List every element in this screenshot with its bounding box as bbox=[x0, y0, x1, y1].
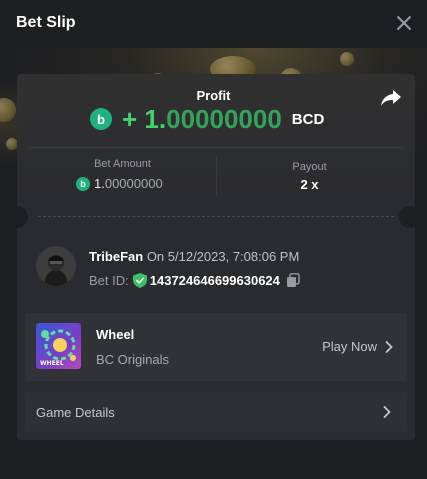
close-icon[interactable] bbox=[395, 14, 413, 32]
profit-currency: BCD bbox=[291, 110, 325, 128]
header: Bet Slip bbox=[0, 0, 427, 48]
share-icon[interactable] bbox=[380, 88, 402, 108]
divider bbox=[29, 147, 403, 148]
bet-amount-value: b 1. 00000000 bbox=[76, 176, 163, 191]
bet-amount-label: Bet Amount bbox=[94, 158, 151, 170]
profit-row: b + 1.00000000 BCD bbox=[90, 104, 324, 134]
payout-value: 2 x bbox=[300, 177, 319, 192]
bet-slip-title: Bet Slip bbox=[16, 14, 76, 31]
copy-icon[interactable] bbox=[286, 273, 300, 288]
bet-user-line: TribeFan On 5/12/2023, 7:08:06 PM bbox=[89, 249, 299, 264]
username[interactable]: TribeFan bbox=[89, 249, 143, 264]
bet-id-line: Bet ID: 143724646699630624 bbox=[89, 273, 300, 288]
payout-label: Payout bbox=[292, 161, 327, 173]
game-details-label: Game Details bbox=[36, 405, 115, 420]
shield-check-icon bbox=[132, 273, 147, 288]
game-row[interactable]: WHEEL Wheel BC Originals Play Now bbox=[25, 313, 407, 381]
play-now-button[interactable]: Play Now bbox=[322, 339, 393, 354]
bet-id-label: Bet ID: bbox=[89, 273, 129, 288]
game-thumbnail: WHEEL bbox=[36, 323, 81, 369]
bc-coin-icon: b bbox=[90, 108, 112, 130]
bet-timestamp: On 5/12/2023, 7:08:06 PM bbox=[146, 249, 300, 264]
play-now-label: Play Now bbox=[322, 339, 377, 354]
game-provider: BC Originals bbox=[96, 352, 169, 367]
chevron-right-icon bbox=[385, 340, 393, 353]
profit-amount: + 1.00000000 bbox=[122, 103, 282, 134]
svg-text:WHEEL: WHEEL bbox=[40, 360, 64, 367]
ticket-notch-left bbox=[6, 206, 28, 228]
chevron-right-icon bbox=[383, 406, 391, 418]
dashed-divider bbox=[38, 216, 394, 217]
profit-label: Profit bbox=[196, 88, 231, 103]
bc-coin-icon: b bbox=[76, 176, 90, 191]
game-details-row[interactable]: Game Details bbox=[25, 392, 407, 432]
game-name: Wheel bbox=[96, 327, 135, 342]
bet-id-value: 143724646699630624 bbox=[149, 273, 280, 288]
avatar[interactable] bbox=[36, 246, 76, 286]
ticket-notch-right bbox=[399, 206, 421, 228]
